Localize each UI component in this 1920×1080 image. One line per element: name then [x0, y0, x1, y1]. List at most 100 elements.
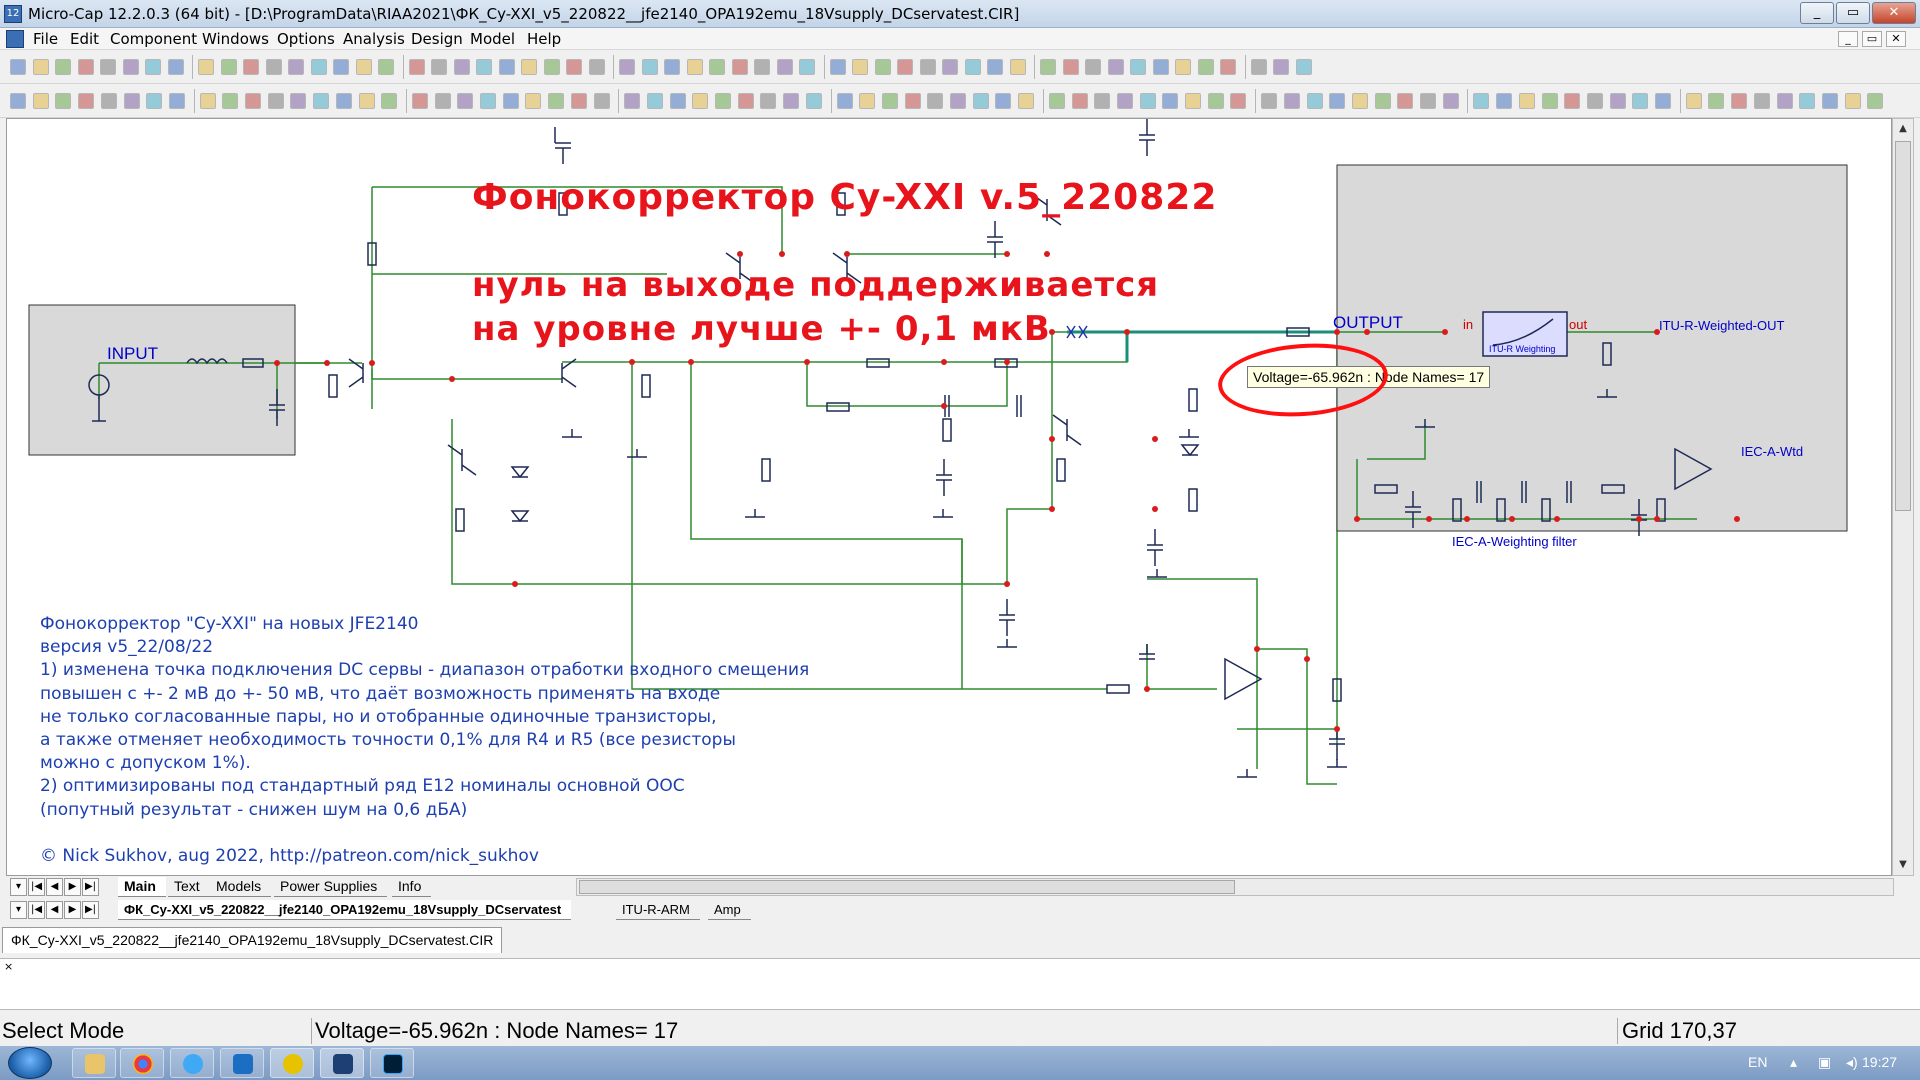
toolbar-button-icon[interactable] — [852, 59, 868, 75]
toolbar-button-icon[interactable] — [198, 59, 214, 75]
toolbar-button-icon[interactable] — [1473, 93, 1490, 109]
network-icon[interactable]: ▣ — [1818, 1054, 1831, 1071]
tab-main-circuit[interactable]: ФК_Cy-XXI_v5_220822__jfe2140_OPA192emu_1… — [118, 900, 572, 920]
page-tab-prev-button[interactable]: ◀ — [46, 878, 63, 896]
toolbar-button-icon[interactable] — [1261, 93, 1278, 109]
toolbar-button-icon[interactable] — [1116, 93, 1133, 109]
page-tab-first-button[interactable]: |◀ — [28, 878, 45, 896]
toolbar-button-icon[interactable] — [457, 93, 474, 109]
toolbar-button-icon[interactable] — [78, 93, 95, 109]
toolbar-button-icon[interactable] — [1306, 93, 1323, 109]
toolbar-button-icon[interactable] — [1496, 93, 1513, 109]
toolbar-button-icon[interactable] — [669, 93, 686, 109]
tab-itu-r-arm[interactable]: ITU-R-ARM — [616, 900, 700, 920]
toolbar-button-icon[interactable] — [754, 59, 770, 75]
toolbar-button-icon[interactable] — [1175, 59, 1191, 75]
page-tab-next-button[interactable]: ▶ — [64, 878, 81, 896]
toolbar-button-icon[interactable] — [1397, 93, 1414, 109]
toolbar-button-icon[interactable] — [1632, 93, 1649, 109]
toolbar-button-icon[interactable] — [904, 93, 921, 109]
toolbar-button-icon[interactable] — [1250, 59, 1267, 75]
toolbar-button-icon[interactable] — [1071, 93, 1088, 109]
toolbar-button-icon[interactable] — [1139, 93, 1156, 109]
toolbar-button-icon[interactable] — [122, 59, 139, 75]
toolbar-button-icon[interactable] — [288, 59, 304, 75]
toolbar-button-icon[interactable] — [1329, 93, 1346, 109]
toolbar-button-icon[interactable] — [1776, 93, 1793, 109]
toolbar-button-icon[interactable] — [1220, 59, 1236, 75]
toolbar-button-icon[interactable] — [1185, 93, 1201, 109]
toolbar-button-icon[interactable] — [664, 59, 680, 75]
toolbar-button-icon[interactable] — [548, 93, 565, 109]
scroll-down-arrow-icon[interactable]: ▼ — [1895, 857, 1911, 873]
toolbar-button-icon[interactable] — [731, 59, 748, 75]
horizontal-scrollbar[interactable] — [576, 878, 1894, 896]
clock[interactable]: 19:27 — [1862, 1054, 1897, 1070]
toolbar-button-icon[interactable] — [1351, 93, 1368, 109]
page-tab-last-button[interactable]: ▶| — [82, 878, 99, 896]
toolbar-button-icon[interactable] — [836, 93, 853, 109]
toolbar-button-icon[interactable] — [1009, 59, 1026, 75]
toolbar-button-icon[interactable] — [411, 93, 428, 109]
menu-analysis[interactable]: Analysis — [343, 30, 405, 48]
toolbar-button-icon[interactable] — [624, 93, 641, 109]
toolbar-button-icon[interactable] — [168, 93, 185, 109]
toolbar-button-icon[interactable] — [686, 59, 703, 75]
toolbar-button-icon[interactable] — [1708, 93, 1725, 109]
tab-models[interactable]: Models — [210, 877, 272, 897]
toolbar-button-icon[interactable] — [619, 59, 635, 75]
menu-design[interactable]: Design — [411, 30, 463, 48]
toolbar-button-icon[interactable] — [1541, 93, 1558, 109]
toolbar-button-icon[interactable] — [32, 93, 49, 109]
tab-text[interactable]: Text — [168, 877, 210, 897]
page-tab-menu-button[interactable]: ▾ — [10, 878, 27, 896]
toolbar-button-icon[interactable] — [1518, 93, 1535, 109]
schematic-canvas[interactable]: INPUT OUTPUT ITU-R Weighting in out ITU-… — [6, 118, 1892, 876]
toolbar-button-icon[interactable] — [927, 93, 944, 109]
toolbar-button-icon[interactable] — [146, 93, 163, 109]
toolbar-button-icon[interactable] — [1799, 93, 1816, 109]
toolbar-button-icon[interactable] — [167, 59, 184, 75]
toolbar-button-icon[interactable] — [1273, 59, 1289, 75]
toolbar-button-icon[interactable] — [222, 93, 239, 109]
toolbar-button-icon[interactable] — [942, 59, 958, 75]
mdi-restore-button[interactable]: ▭ — [1862, 31, 1882, 47]
toolbar-button-icon[interactable] — [874, 59, 891, 75]
mdi-close-button[interactable]: ✕ — [1886, 31, 1906, 47]
toolbar-button-icon[interactable] — [502, 93, 519, 109]
toolbar-button-icon[interactable] — [1152, 59, 1169, 75]
toolbar-button-icon[interactable] — [267, 93, 284, 109]
toolbar-button-icon[interactable] — [1609, 93, 1626, 109]
toolbar-button-icon[interactable] — [987, 59, 1003, 75]
menu-model[interactable]: Model — [470, 30, 515, 48]
toolbar-button-icon[interactable] — [995, 93, 1012, 109]
toolbar-button-icon[interactable] — [453, 59, 470, 75]
toolbar-button-icon[interactable] — [588, 59, 605, 75]
toolbar-button-icon[interactable] — [521, 59, 537, 75]
toolbar-button-icon[interactable] — [715, 93, 731, 109]
toolbar-button-icon[interactable] — [100, 93, 117, 109]
taskbar-save-icon[interactable] — [320, 1048, 364, 1078]
toolbar-button-icon[interactable] — [434, 93, 451, 109]
taskbar-folder-icon[interactable] — [72, 1048, 116, 1078]
toolbar-button-icon[interactable] — [1844, 93, 1861, 109]
menu-component[interactable]: Component — [110, 30, 197, 48]
toolbar-button-icon[interactable] — [378, 59, 394, 75]
toolbar-button-icon[interactable] — [950, 93, 966, 109]
document-tab[interactable]: ФК_Cy-XXI_v5_220822__jfe2140_OPA192emu_1… — [2, 927, 503, 953]
toolbar-button-icon[interactable] — [1085, 59, 1101, 75]
toolbar-button-icon[interactable] — [335, 93, 352, 109]
toolbar-button-icon[interactable] — [355, 59, 372, 75]
menu-file[interactable]: File — [33, 30, 58, 48]
restore-button[interactable]: ▭ — [1836, 2, 1870, 24]
menu-options[interactable]: Options — [277, 30, 335, 48]
toolbar-button-icon[interactable] — [313, 93, 330, 109]
mdi-minimize-button[interactable]: _ — [1838, 31, 1858, 47]
toolbar-button-icon[interactable] — [245, 93, 261, 109]
toolbar-button-icon[interactable] — [1130, 59, 1146, 75]
toolbar-button-icon[interactable] — [123, 93, 140, 109]
toolbar-button-icon[interactable] — [1230, 93, 1247, 109]
toolbar-button-icon[interactable] — [593, 93, 610, 109]
toolbar-button-icon[interactable] — [1655, 93, 1671, 109]
toolbar-button-icon[interactable] — [77, 59, 94, 75]
